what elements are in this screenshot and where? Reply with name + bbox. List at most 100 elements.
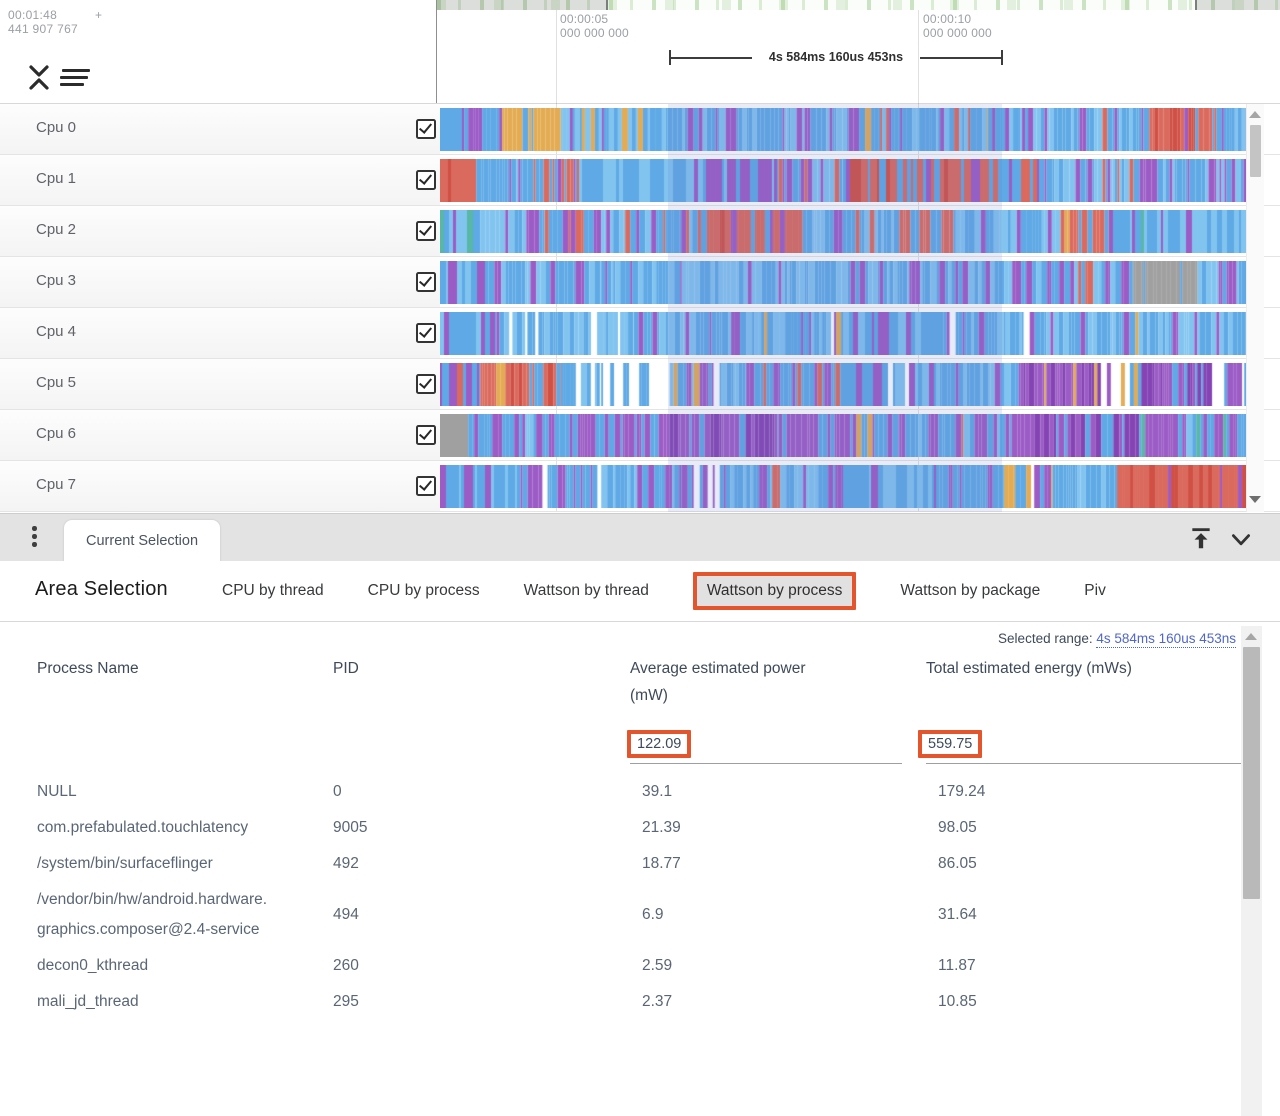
track-checkbox[interactable]: [416, 323, 436, 343]
selected-range-value[interactable]: 4s 584ms 160us 453ns: [1096, 631, 1236, 648]
process-rows: NULL039.1179.24com.prefabulated.touchlat…: [37, 774, 1220, 1020]
cell-energy: 10.85: [938, 987, 1220, 1017]
cell-pid: 260: [333, 951, 642, 981]
details-tab-cpu-by-process[interactable]: CPU by process: [368, 582, 480, 600]
perfetto-trace-viewer: 00:01:48 441 907 767 + 00:00:05 000 000 …: [0, 0, 1280, 1116]
cpu-track-row[interactable]: Cpu 2: [0, 206, 1280, 257]
cell-power: 39.1: [642, 777, 938, 807]
details-tab-wattson-by-package[interactable]: Wattson by package: [900, 582, 1040, 600]
track-checkbox[interactable]: [416, 119, 436, 139]
total-energy-highlight: 559.75: [918, 730, 982, 758]
details-tab-wattson-by-process[interactable]: Wattson by process: [693, 572, 857, 610]
track-label-shell[interactable]: Cpu 0: [0, 104, 440, 154]
track-checkbox[interactable]: [416, 170, 436, 190]
panel-menu-icon[interactable]: [32, 526, 38, 550]
track-label-shell[interactable]: Cpu 1: [0, 155, 440, 205]
cpu-track-row[interactable]: Cpu 4: [0, 308, 1280, 359]
cpu-slices-canvas[interactable]: [440, 414, 1246, 457]
col-header-avg-power[interactable]: Average estimated power (mW): [630, 655, 822, 709]
cpu-slices-canvas[interactable]: [440, 363, 1246, 406]
track-label: Cpu 2: [36, 221, 76, 238]
selected-range: Selected range: 4s 584ms 160us 453ns: [998, 631, 1236, 646]
details-tab-wattson-by-thread[interactable]: Wattson by thread: [524, 582, 649, 600]
cpu-track-row[interactable]: Cpu 6: [0, 410, 1280, 461]
tracks-scrollbar[interactable]: [1246, 104, 1264, 512]
cpu-slices-canvas[interactable]: [440, 465, 1246, 508]
cpu-track-row[interactable]: Cpu 1: [0, 155, 1280, 206]
table-scrollbar[interactable]: [1241, 626, 1262, 1116]
table-scrollbar-thumb[interactable]: [1243, 647, 1260, 899]
trace-overview-minimap[interactable]: [437, 0, 1280, 10]
track-checkbox[interactable]: [416, 425, 436, 445]
collapse-panel-chevron-icon[interactable]: [1228, 527, 1254, 553]
track-checkbox[interactable]: [416, 476, 436, 496]
cpu-track-row[interactable]: Cpu 3: [0, 257, 1280, 308]
cpu-slices-canvas[interactable]: [440, 108, 1246, 151]
cell-name: NULL: [37, 777, 271, 807]
selection-duration-label: 4s 584ms 160us 453ns: [752, 50, 920, 64]
cell-pid: 295: [333, 987, 642, 1017]
col-header-process-name[interactable]: Process Name: [37, 655, 277, 682]
track-label-shell[interactable]: Cpu 6: [0, 410, 440, 460]
selection-bracket-left-line: [671, 57, 752, 59]
header-panel-divider: [436, 0, 437, 103]
wattson-process-table: Selected range: 4s 584ms 160us 453ns Pro…: [0, 622, 1280, 1116]
details-tab-piv[interactable]: Piv: [1084, 582, 1106, 600]
tracks-scrollbar-thumb[interactable]: [1250, 125, 1261, 177]
cell-name: com.prefabulated.touchlatency: [37, 813, 271, 843]
timeline-header: 00:01:48 441 907 767 + 00:00:05 000 000 …: [0, 0, 1280, 104]
collapse-tracks-icon[interactable]: [27, 62, 51, 92]
table-scroll-up-arrow[interactable]: [1245, 633, 1257, 640]
track-checkbox[interactable]: [416, 374, 436, 394]
track-label: Cpu 5: [36, 374, 76, 391]
track-sort-icon[interactable]: [60, 69, 88, 90]
cell-power: 21.39: [642, 813, 938, 843]
cell-power: 6.9: [642, 900, 938, 930]
total-avg-power-highlight: 122.09: [627, 730, 691, 758]
cpu-slices-canvas[interactable]: [440, 312, 1246, 355]
col-header-total-energy[interactable]: Total estimated energy (mWs): [926, 655, 1226, 682]
details-tab-cpu-by-thread[interactable]: CPU by thread: [222, 582, 324, 600]
track-checkbox[interactable]: [416, 272, 436, 292]
cell-pid: 9005: [333, 813, 642, 843]
track-label-shell[interactable]: Cpu 5: [0, 359, 440, 409]
cpu-slices-canvas[interactable]: [440, 159, 1246, 202]
tab-current-selection[interactable]: Current Selection: [64, 520, 220, 562]
tracks-scroll-down-arrow[interactable]: [1249, 496, 1261, 503]
cpu-track-row[interactable]: Cpu 7: [0, 461, 1280, 512]
viewport-time-plus: +: [95, 8, 102, 22]
cpu-slices-canvas[interactable]: [440, 261, 1246, 304]
tracks-scroll-up-arrow[interactable]: [1249, 111, 1261, 118]
ruler-tick-2: 00:00:10 000 000 000: [923, 12, 992, 40]
table-row[interactable]: /vendor/bin/hw/android.hardware.graphics…: [37, 882, 1220, 948]
track-label-shell[interactable]: Cpu 2: [0, 206, 440, 256]
table-row[interactable]: com.prefabulated.touchlatency900521.3998…: [37, 810, 1220, 846]
table-row[interactable]: mali_jd_thread2952.3710.85: [37, 984, 1220, 1020]
cpu-track-row[interactable]: Cpu 5: [0, 359, 1280, 410]
bottom-panel-tabbar: Current Selection: [0, 513, 1280, 561]
track-label-shell[interactable]: Cpu 7: [0, 461, 440, 511]
minimap-right-handle[interactable]: [1195, 0, 1197, 10]
track-label: Cpu 1: [36, 170, 76, 187]
track-label-shell[interactable]: Cpu 4: [0, 308, 440, 358]
table-row[interactable]: decon0_kthread2602.5911.87: [37, 948, 1220, 984]
minimap-left-handle[interactable]: [606, 0, 608, 10]
track-label: Cpu 3: [36, 272, 76, 289]
dock-panel-top-icon[interactable]: [1188, 525, 1214, 551]
minimap-left-curtain: [437, 0, 608, 10]
col-header-pid[interactable]: PID: [333, 655, 453, 682]
track-label: Cpu 7: [36, 476, 76, 493]
cell-energy: 179.24: [938, 777, 1220, 807]
details-header: Area Selection CPU by threadCPU by proce…: [0, 561, 1280, 622]
details-tab-strip: CPU by thread CPU by process Wattson by th…: [222, 561, 1266, 621]
cpu-track-row[interactable]: Cpu 0: [0, 104, 1280, 155]
track-label: Cpu 4: [36, 323, 76, 340]
cpu-slices-canvas[interactable]: [440, 210, 1246, 253]
track-label-shell[interactable]: Cpu 3: [0, 257, 440, 307]
minimap-right-curtain: [1195, 0, 1280, 10]
table-row[interactable]: NULL039.1179.24: [37, 774, 1220, 810]
cell-energy: 31.64: [938, 900, 1220, 930]
cell-name: decon0_kthread: [37, 951, 271, 981]
track-checkbox[interactable]: [416, 221, 436, 241]
table-row[interactable]: /system/bin/surfaceflinger49218.7786.05: [37, 846, 1220, 882]
